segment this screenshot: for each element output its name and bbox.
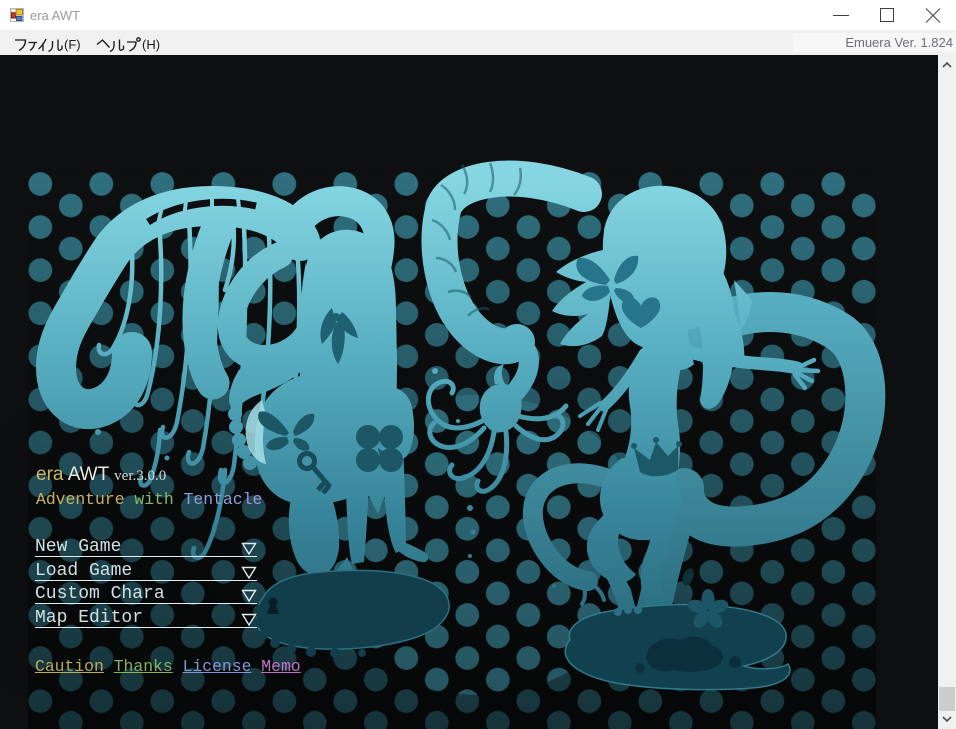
svg-text:(H): (H) [142,37,160,52]
svg-text:(F): (F) [64,37,81,52]
